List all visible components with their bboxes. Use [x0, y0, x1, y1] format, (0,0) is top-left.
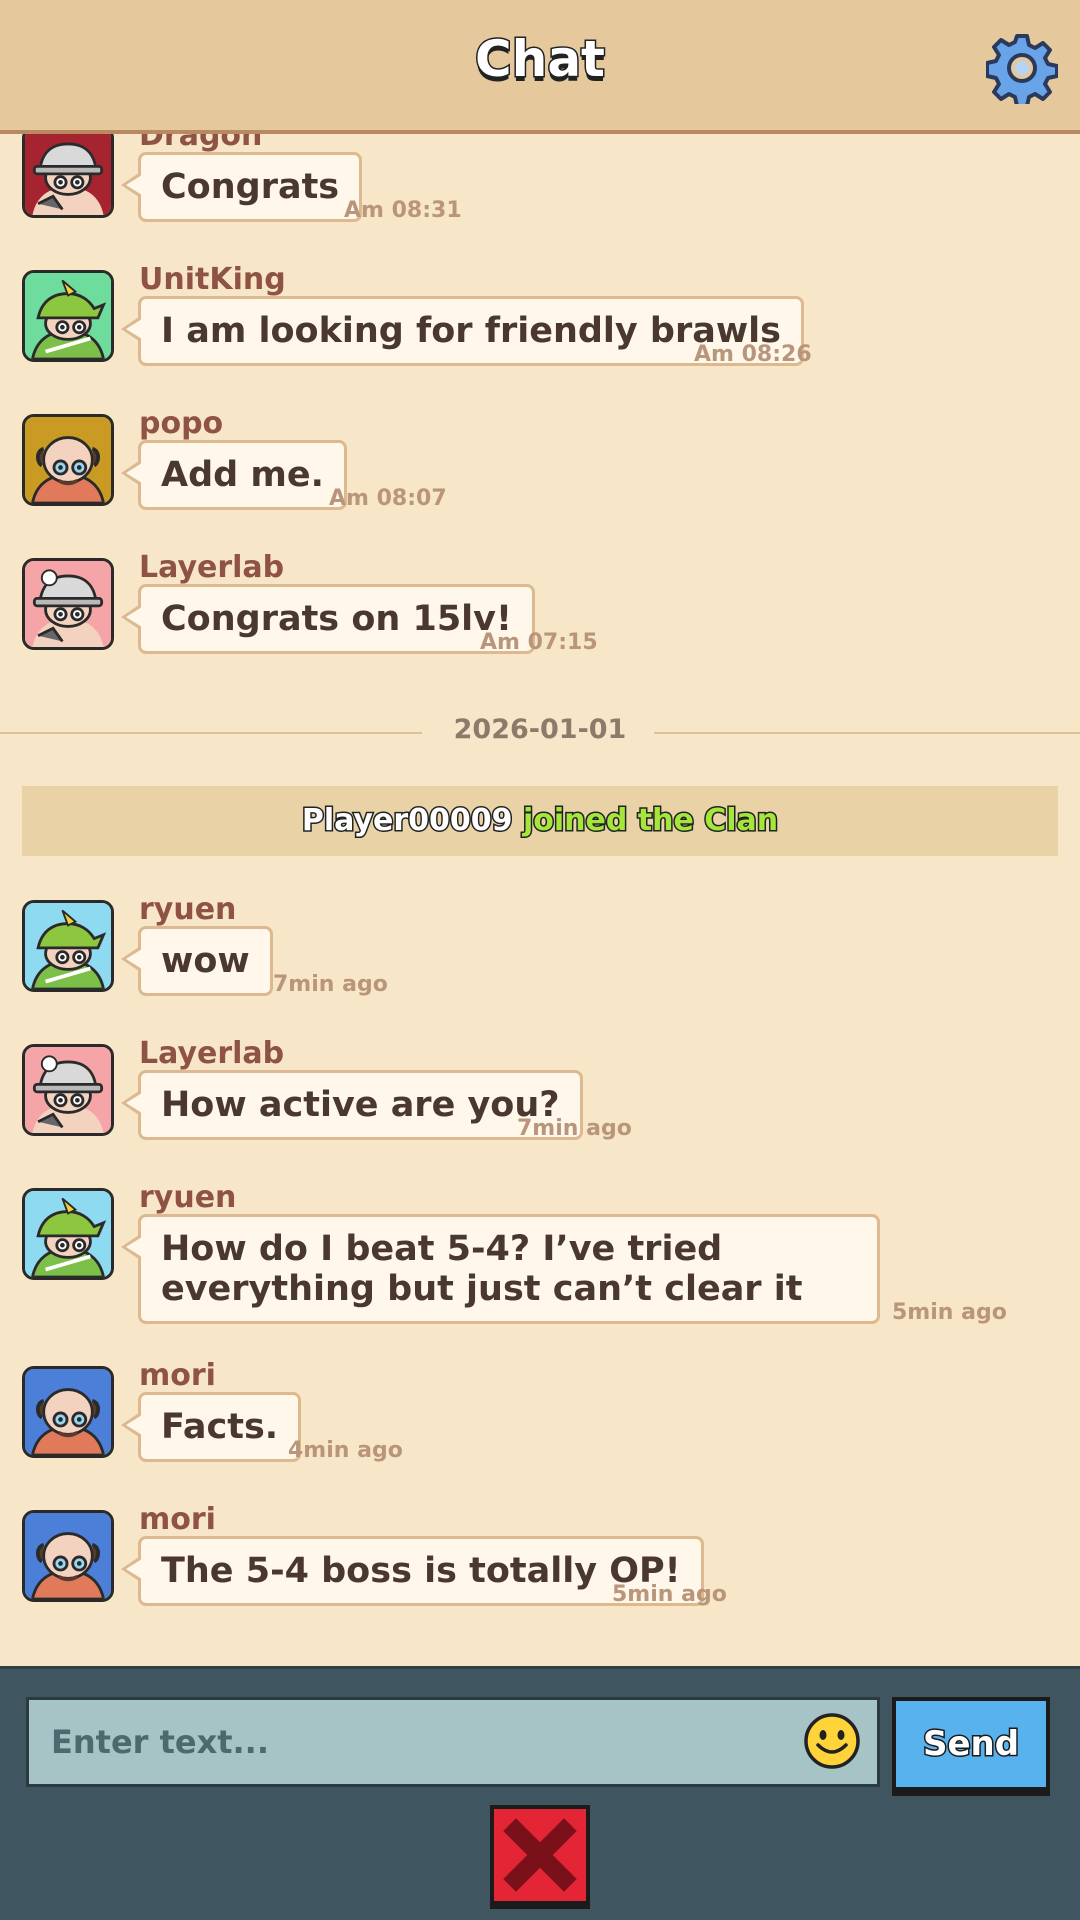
message-time: Am 08:31	[344, 198, 462, 223]
message-bubble: Add me.	[121, 440, 347, 510]
message-time: Am 08:26	[694, 342, 812, 367]
message-time: 7min ago	[273, 972, 388, 997]
message-bubble: Facts.	[120, 1392, 302, 1462]
knight-avatar[interactable]	[22, 1044, 114, 1136]
gear-icon	[985, 34, 1059, 108]
chat-message-list[interactable]: Dragon Congrats Am 08:31 UnitKing I am l…	[0, 134, 1080, 1666]
system-message-banner: Player00009 joined the Clan	[22, 786, 1058, 856]
message-sender: Dragon	[139, 134, 263, 153]
message-time: 5min ago	[892, 1300, 1007, 1325]
message-sender: Layerlab	[139, 1036, 285, 1071]
message-bubble: wow	[121, 926, 273, 996]
archer-avatar[interactable]	[22, 900, 114, 992]
message-sender: popo	[139, 406, 224, 441]
emoji-button[interactable]	[803, 1712, 861, 1770]
bald-avatar[interactable]	[22, 414, 114, 506]
message-time: 4min ago	[288, 1438, 403, 1463]
send-button[interactable]: Send	[892, 1697, 1050, 1791]
date-separator: 2026-01-01	[0, 712, 1080, 752]
message-time: 5min ago	[612, 1582, 727, 1607]
close-button[interactable]	[490, 1805, 590, 1905]
message-bubble: Congrats on 15lv!	[121, 584, 535, 654]
message-sender: mori	[139, 1358, 216, 1393]
smiley-icon	[804, 1713, 860, 1769]
date-divider-line	[654, 732, 1080, 734]
knight-avatar[interactable]	[22, 558, 114, 650]
joined-player-name: Player00009	[300, 802, 514, 840]
message-time: Am 08:07	[329, 486, 447, 511]
date-label: 2026-01-01	[453, 714, 627, 745]
archer-avatar[interactable]	[22, 270, 114, 362]
message-bubble: Congrats	[120, 152, 363, 222]
bald-avatar[interactable]	[22, 1510, 114, 1602]
bald-avatar[interactable]	[22, 1366, 114, 1458]
page-title: Chat	[474, 29, 607, 90]
message-time: 7min ago	[517, 1116, 632, 1141]
close-x-icon	[503, 1818, 577, 1892]
settings-button[interactable]	[985, 32, 1059, 108]
message-time: Am 07:15	[480, 630, 598, 655]
message-bubble: How active are you?	[121, 1070, 583, 1140]
chat-input-bar: Send	[0, 1666, 1080, 1920]
joined-action-text: joined the Clan	[521, 802, 779, 840]
message-sender: ryuen	[139, 1180, 237, 1215]
message-sender: UnitKing	[139, 262, 286, 297]
message-sender: Layerlab	[139, 550, 285, 585]
chat-header: Chat	[0, 0, 1080, 134]
chat-input-box	[26, 1697, 880, 1787]
message-sender: ryuen	[139, 892, 237, 927]
message-bubble: How do I beat 5-4? I’ve tried everything…	[121, 1214, 880, 1324]
archer-avatar[interactable]	[22, 1188, 114, 1280]
chat-text-input[interactable]	[29, 1700, 789, 1784]
knight-avatar[interactable]	[22, 134, 114, 218]
message-sender: mori	[139, 1502, 216, 1537]
